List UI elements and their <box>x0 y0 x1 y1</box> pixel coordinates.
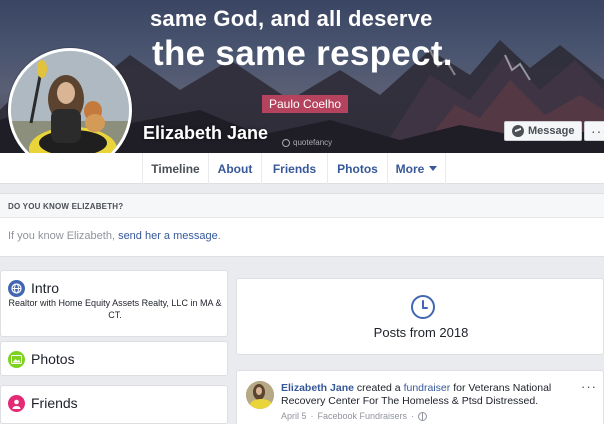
tab-more[interactable]: More <box>387 153 446 184</box>
friends-card[interactable]: Friends <box>0 385 228 424</box>
tab-photos[interactable]: Photos <box>327 153 387 184</box>
message-button[interactable]: Message <box>504 121 583 141</box>
do-you-know-heading: DO YOU KNOW ELIZABETH? <box>0 194 604 218</box>
avatar-photo <box>11 51 129 169</box>
watermark-icon <box>282 138 290 147</box>
tab-photos-label: Photos <box>337 161 378 176</box>
tab-timeline-label: Timeline <box>151 161 200 176</box>
do-you-know-body: If you know Elizabeth, send her a messag… <box>0 218 604 242</box>
tab-friends-label: Friends <box>272 161 317 176</box>
tab-friends[interactable]: Friends <box>261 153 327 184</box>
post-author-avatar[interactable] <box>246 381 274 409</box>
post-author-link[interactable]: Elizabeth Jane <box>281 382 354 394</box>
fundraiser-link[interactable]: fundraiser <box>404 382 451 394</box>
tab-more-label: More <box>395 161 425 176</box>
meta-separator-2: · <box>411 411 415 421</box>
tab-about[interactable]: About <box>208 153 261 184</box>
photos-title: Photos <box>31 351 75 367</box>
globe-icon <box>418 411 428 421</box>
profile-nav: Timeline About Friends Photos More <box>0 153 604 184</box>
quote-author-badge: Paulo Coelho <box>262 95 349 113</box>
post-meta: April 5 · Facebook Fundraisers · <box>281 411 428 421</box>
profile-name[interactable]: Elizabeth Jane <box>143 123 268 144</box>
photos-card[interactable]: Photos <box>0 341 228 376</box>
posts-year-label: Posts from 2018 <box>373 325 469 340</box>
tab-timeline[interactable]: Timeline <box>142 153 208 184</box>
profile-actions: Message ··· <box>504 121 604 141</box>
intro-text: Realtor with Home Equity Assets Realty, … <box>8 298 222 320</box>
intro-title: Intro <box>31 280 60 296</box>
posts-year-card: Posts from 2018 <box>236 278 604 355</box>
message-button-label: Message <box>528 125 575 137</box>
send-message-link[interactable]: send her a message <box>118 230 218 242</box>
intro-card: Intro Realtor with Home Equity Assets Re… <box>0 270 228 337</box>
feed-post: Elizabeth Jane created a fundraiser for … <box>236 370 604 424</box>
photo-icon <box>8 351 25 368</box>
watermark-text: quotefancy <box>293 138 333 147</box>
post-date[interactable]: April 5 <box>281 411 307 421</box>
post-source[interactable]: Facebook Fundraisers <box>318 411 408 421</box>
tab-about-label: About <box>217 161 253 176</box>
more-options-button[interactable]: ··· <box>584 121 604 141</box>
messenger-icon <box>512 125 524 137</box>
do-you-know-prefix: If you know Elizabeth, <box>8 230 119 242</box>
do-you-know-suffix: . <box>217 230 221 242</box>
post-verb: created a <box>353 382 404 394</box>
do-you-know-box: DO YOU KNOW ELIZABETH? If you know Eliza… <box>0 193 604 257</box>
friends-icon <box>8 395 25 412</box>
quotefancy-watermark: quotefancy <box>282 138 332 147</box>
meta-separator: · <box>310 411 314 421</box>
friends-title: Friends <box>31 395 78 411</box>
chevron-down-icon <box>429 166 438 171</box>
post-text: Elizabeth Jane created a fundraiser for … <box>281 382 581 408</box>
post-options-button[interactable]: ··· <box>581 379 597 394</box>
globe-icon <box>8 280 25 297</box>
clock-icon <box>411 295 435 319</box>
cover-quote-line2: the same respect. <box>152 34 453 73</box>
cover-quote-line1: same God, and all deserve <box>150 6 433 31</box>
